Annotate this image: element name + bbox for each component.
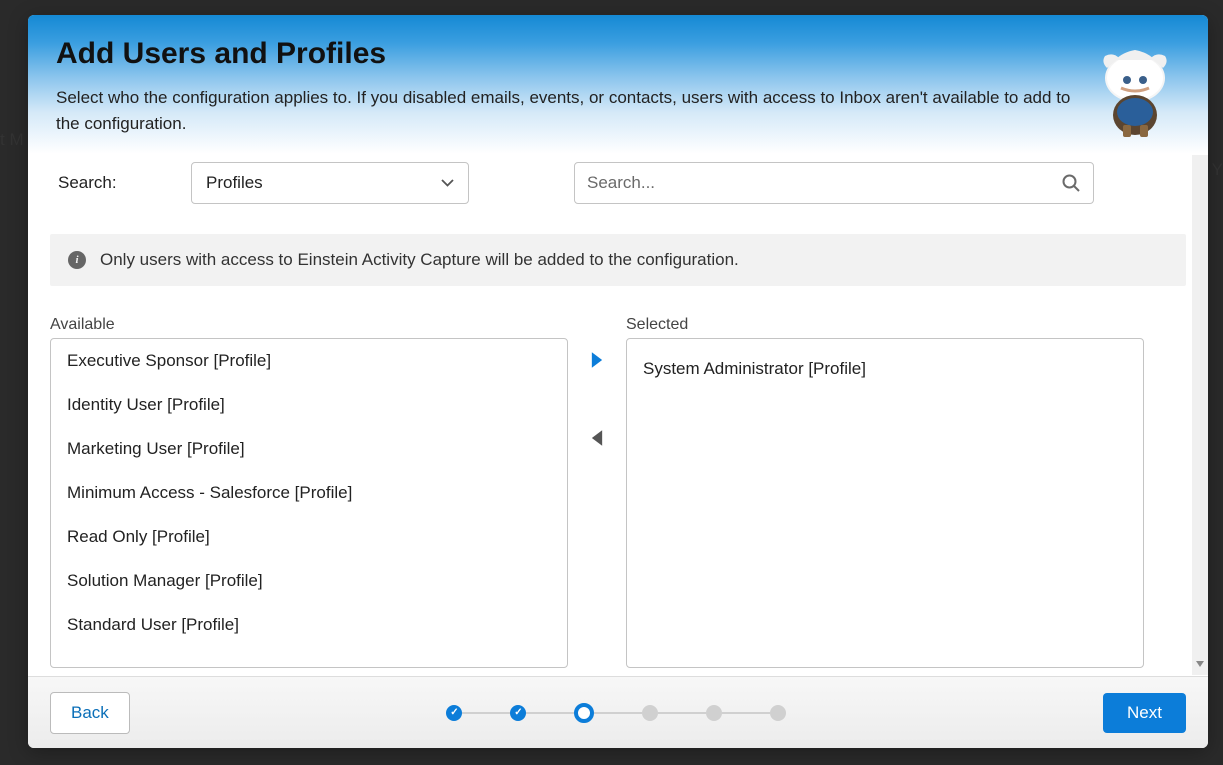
move-right-button[interactable] bbox=[588, 351, 606, 369]
page-title: Add Users and Profiles bbox=[56, 37, 1180, 71]
search-icon bbox=[1061, 173, 1081, 193]
list-item[interactable]: Read Only [Profile] bbox=[51, 515, 567, 559]
scrollbar-down-button[interactable] bbox=[1192, 655, 1208, 673]
selected-label: Selected bbox=[626, 316, 1144, 334]
available-column: Available Executive Sponsor [Profile] Id… bbox=[50, 316, 568, 676]
modal-header: Add Users and Profiles Select who the co… bbox=[28, 15, 1208, 154]
step-4-todo bbox=[642, 705, 658, 721]
step-5-todo bbox=[706, 705, 722, 721]
search-input-container bbox=[574, 162, 1094, 204]
search-label: Search: bbox=[56, 173, 191, 193]
selected-listbox[interactable]: System Administrator [Profile] bbox=[626, 338, 1144, 668]
list-item[interactable]: Executive Sponsor [Profile] bbox=[51, 339, 567, 383]
list-item[interactable]: Solution Manager [Profile] bbox=[51, 559, 567, 603]
dropdown-value: Profiles bbox=[206, 173, 263, 193]
move-left-button[interactable] bbox=[588, 429, 606, 447]
transfer-controls bbox=[568, 316, 626, 676]
available-listbox[interactable]: Executive Sponsor [Profile] Identity Use… bbox=[50, 338, 568, 668]
modal-scrollbar[interactable] bbox=[1192, 155, 1208, 675]
step-connector bbox=[462, 712, 510, 714]
step-connector bbox=[722, 712, 770, 714]
list-item[interactable]: Marketing User [Profile] bbox=[51, 427, 567, 471]
info-banner: i Only users with access to Einstein Act… bbox=[50, 234, 1186, 286]
einstein-mascot-icon bbox=[1093, 50, 1178, 145]
available-label: Available bbox=[50, 316, 568, 334]
step-3-current bbox=[574, 703, 594, 723]
list-item[interactable]: Minimum Access - Salesforce [Profile] bbox=[51, 471, 567, 515]
list-item[interactable]: Identity User [Profile] bbox=[51, 383, 567, 427]
dual-listbox: Available Executive Sponsor [Profile] Id… bbox=[28, 286, 1208, 676]
search-row: Search: Profiles bbox=[28, 154, 1208, 220]
selected-column: Selected System Administrator [Profile] bbox=[626, 316, 1144, 676]
info-banner-text: Only users with access to Einstein Activ… bbox=[100, 250, 739, 270]
background-text-left: t M bbox=[0, 130, 24, 150]
step-2-done bbox=[510, 705, 526, 721]
step-6-todo bbox=[770, 705, 786, 721]
list-item[interactable]: System Administrator [Profile] bbox=[627, 339, 1143, 391]
chevron-down-icon bbox=[441, 179, 454, 187]
step-connector bbox=[526, 712, 574, 714]
step-connector bbox=[594, 712, 642, 714]
search-input[interactable] bbox=[587, 173, 1061, 193]
search-type-dropdown[interactable]: Profiles bbox=[191, 162, 469, 204]
progress-indicator bbox=[446, 703, 786, 723]
list-item[interactable]: Standard User [Profile] bbox=[51, 603, 567, 647]
page-subtitle: Select who the configuration applies to.… bbox=[56, 85, 1076, 136]
next-button[interactable]: Next bbox=[1103, 693, 1186, 733]
step-1-done bbox=[446, 705, 462, 721]
background-text-right: Y bbox=[1212, 160, 1223, 180]
step-connector bbox=[658, 712, 706, 714]
back-button[interactable]: Back bbox=[50, 692, 130, 734]
modal-dialog: Add Users and Profiles Select who the co… bbox=[28, 15, 1208, 748]
modal-footer: Back Next bbox=[28, 676, 1208, 748]
info-icon: i bbox=[68, 251, 86, 269]
